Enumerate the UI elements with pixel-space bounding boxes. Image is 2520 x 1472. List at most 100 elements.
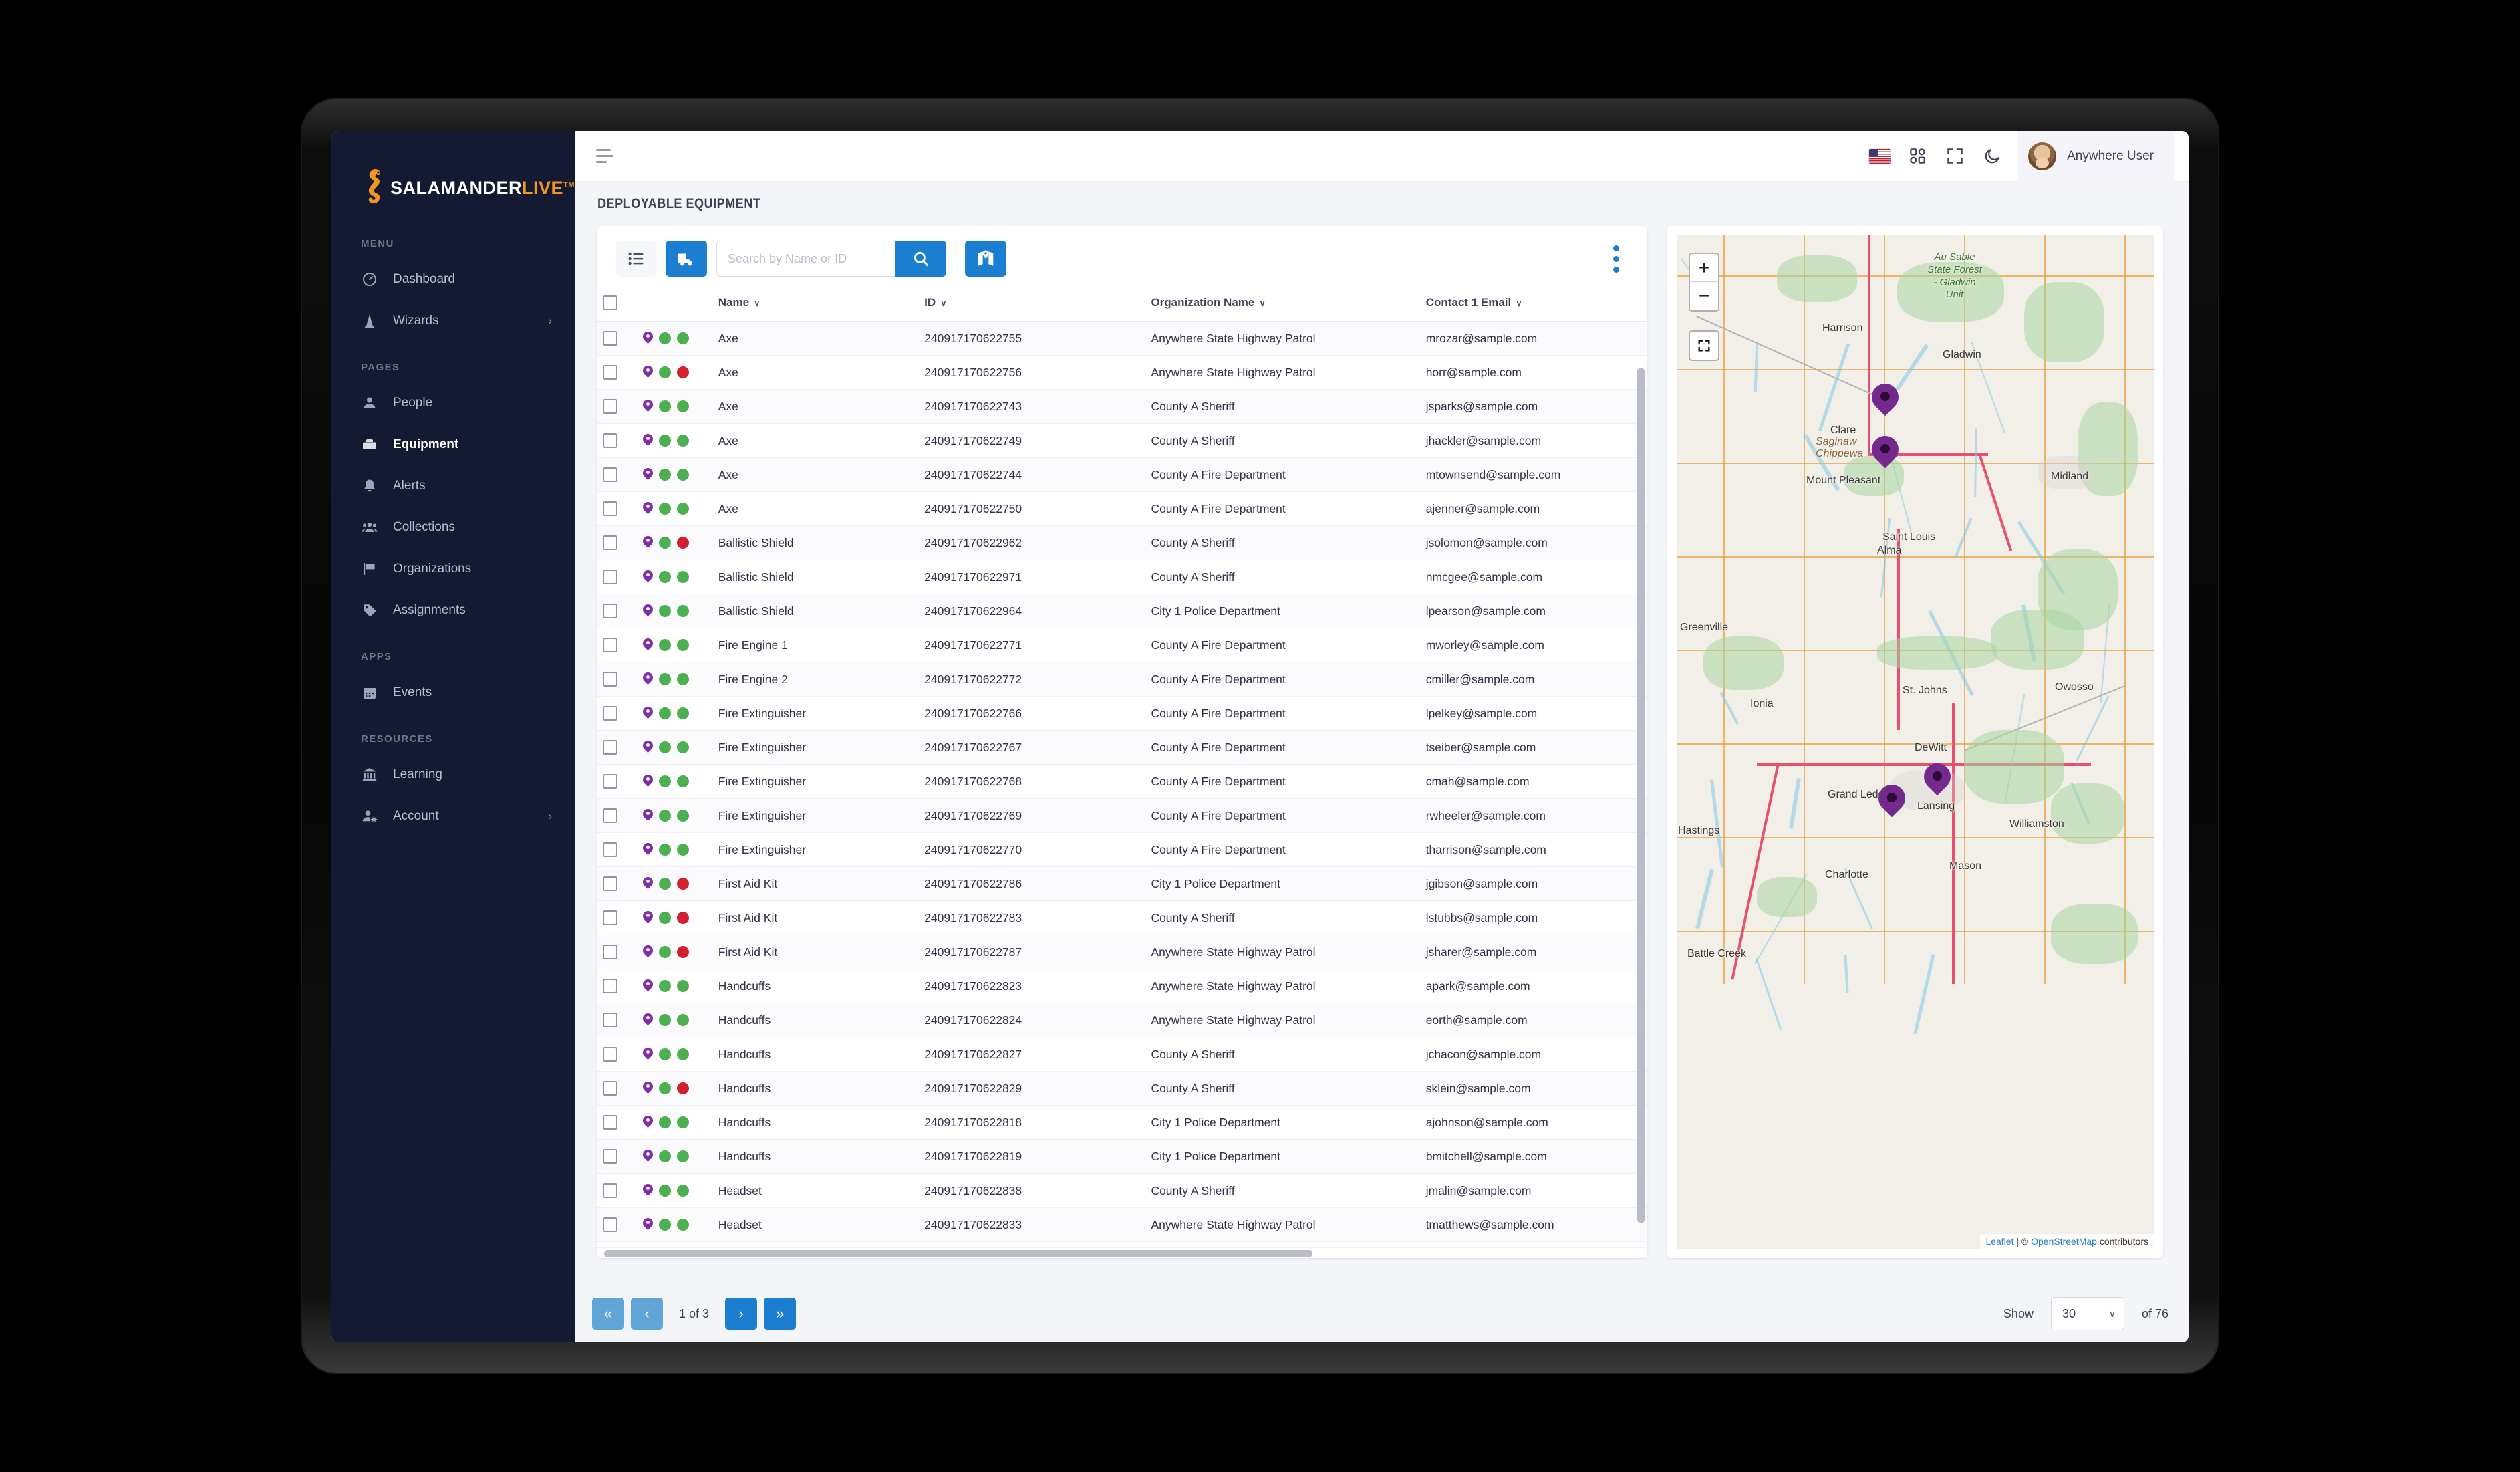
table-row[interactable]: Fire Engine 1 240917170622771 County A Fir… bbox=[597, 628, 1647, 662]
col-header-email[interactable]: Contact 1 Email ∨ bbox=[1420, 289, 1647, 322]
location-pin-icon[interactable] bbox=[643, 1116, 653, 1130]
user-menu[interactable]: Anywhere User bbox=[2017, 131, 2174, 182]
table-row[interactable]: Ballistic Shield 240917170622964 City 1 Po… bbox=[597, 594, 1647, 628]
table-row[interactable]: Axe 240917170622749 County A Sheriff jhackl… bbox=[597, 423, 1647, 458]
table-row[interactable]: Handcuffs 240917170622829 County A Sheriff… bbox=[597, 1071, 1647, 1106]
location-pin-icon[interactable] bbox=[643, 468, 653, 482]
location-pin-icon[interactable] bbox=[643, 741, 653, 755]
table-row[interactable]: Axe 240917170622755 Anywhere State Highway… bbox=[597, 321, 1647, 356]
row-checkbox[interactable] bbox=[603, 876, 617, 891]
row-checkbox[interactable] bbox=[603, 1217, 617, 1232]
vehicle-icon[interactable] bbox=[666, 241, 707, 277]
table-row[interactable]: Fire Extinguisher 240917170622766 County A… bbox=[597, 696, 1647, 731]
row-checkbox[interactable] bbox=[603, 910, 617, 925]
location-pin-icon[interactable] bbox=[643, 1013, 653, 1027]
sidebar-item-organizations[interactable]: Organizations bbox=[331, 548, 575, 590]
table-row[interactable]: Headset 240917170622833 Anywhere State Hig… bbox=[597, 1207, 1647, 1242]
location-pin-icon[interactable] bbox=[643, 366, 653, 380]
table-row[interactable]: Axe 240917170622756 Anywhere State Highway… bbox=[597, 355, 1647, 390]
row-checkbox[interactable] bbox=[603, 399, 617, 414]
leaflet-link[interactable]: Leaflet bbox=[1985, 1236, 2013, 1247]
row-checkbox[interactable] bbox=[603, 740, 617, 755]
row-checkbox[interactable] bbox=[603, 945, 617, 959]
table-row[interactable]: Axe 240917170622750 County A Fire Departme… bbox=[597, 491, 1647, 526]
map-marker-pin[interactable] bbox=[1872, 384, 1899, 421]
qr-code-icon[interactable] bbox=[1899, 138, 1936, 175]
row-checkbox[interactable] bbox=[603, 638, 617, 652]
table-row[interactable]: Headset 240917170622838 County A Sheriff jm… bbox=[597, 1173, 1647, 1208]
location-pin-icon[interactable] bbox=[643, 1048, 653, 1062]
table-row[interactable]: Ballistic Shield 240917170622962 County A … bbox=[597, 525, 1647, 560]
zoom-in-button[interactable]: + bbox=[1690, 254, 1718, 282]
location-pin-icon[interactable] bbox=[643, 809, 653, 823]
row-checkbox[interactable] bbox=[603, 604, 617, 618]
row-checkbox[interactable] bbox=[603, 1115, 617, 1130]
map-marker-pin[interactable] bbox=[1924, 763, 1951, 801]
location-pin-icon[interactable] bbox=[643, 570, 653, 584]
location-pin-icon[interactable] bbox=[643, 979, 653, 993]
col-header-id[interactable]: ID ∨ bbox=[919, 289, 1146, 322]
location-pin-icon[interactable] bbox=[643, 536, 653, 550]
row-checkbox[interactable] bbox=[603, 433, 617, 448]
first-page-button[interactable]: « bbox=[592, 1298, 624, 1330]
map-marker-pin[interactable] bbox=[1872, 436, 1899, 473]
row-checkbox[interactable] bbox=[603, 570, 617, 584]
table-row[interactable]: Fire Extinguisher 240917170622769 County A… bbox=[597, 798, 1647, 833]
brand-logo[interactable]: SALAMANDERLIVETM bbox=[331, 154, 575, 218]
location-pin-icon[interactable] bbox=[643, 877, 653, 891]
table-horizontal-scrollbar[interactable] bbox=[597, 1247, 1647, 1258]
list-view-icon[interactable] bbox=[616, 241, 656, 277]
next-page-button[interactable]: › bbox=[725, 1298, 758, 1330]
location-pin-icon[interactable] bbox=[643, 911, 653, 925]
row-checkbox[interactable] bbox=[603, 1047, 617, 1062]
location-pin-icon[interactable] bbox=[643, 604, 653, 618]
location-pin-icon[interactable] bbox=[643, 638, 653, 652]
table-row[interactable]: Axe 240917170622744 County A Fire Departme… bbox=[597, 457, 1647, 492]
sidebar-item-wizards[interactable]: Wizards › bbox=[331, 300, 575, 342]
row-checkbox[interactable] bbox=[603, 365, 617, 380]
row-checkbox[interactable] bbox=[603, 331, 617, 346]
col-header-name[interactable]: Name ∨ bbox=[712, 289, 920, 322]
location-pin-icon[interactable] bbox=[643, 1150, 653, 1164]
row-checkbox[interactable] bbox=[603, 467, 617, 482]
sidebar-item-events[interactable]: Events bbox=[331, 672, 575, 713]
location-pin-icon[interactable] bbox=[643, 775, 653, 789]
location-pin-icon[interactable] bbox=[643, 843, 653, 857]
zoom-out-button[interactable]: − bbox=[1690, 282, 1718, 310]
map-fullscreen-icon[interactable] bbox=[1689, 330, 1719, 361]
moon-icon[interactable] bbox=[1973, 138, 2011, 175]
osm-link[interactable]: OpenStreetMap bbox=[2031, 1236, 2097, 1247]
location-pin-icon[interactable] bbox=[643, 1082, 653, 1096]
table-row[interactable]: Handcuffs 240917170622818 City 1 Police De… bbox=[597, 1105, 1647, 1140]
row-checkbox[interactable] bbox=[603, 842, 617, 857]
row-checkbox[interactable] bbox=[603, 706, 617, 721]
location-pin-icon[interactable] bbox=[643, 332, 653, 346]
last-page-button[interactable]: » bbox=[764, 1298, 797, 1330]
sidebar-item-account[interactable]: Account › bbox=[331, 795, 575, 837]
prev-page-button[interactable]: ‹ bbox=[631, 1298, 663, 1330]
us-flag-icon[interactable] bbox=[1861, 138, 1899, 175]
row-checkbox[interactable] bbox=[603, 808, 617, 823]
hamburger-icon[interactable] bbox=[596, 143, 623, 170]
sidebar-item-alerts[interactable]: Alerts bbox=[331, 465, 575, 507]
map-pin-icon[interactable] bbox=[965, 241, 1006, 277]
table-row[interactable]: First Aid Kit 240917170622783 County A She… bbox=[597, 900, 1647, 935]
table-row[interactable]: Fire Engine 2 240917170622772 County A Fir… bbox=[597, 662, 1647, 697]
sidebar-item-assignments[interactable]: Assignments bbox=[331, 590, 575, 631]
table-row[interactable]: Handcuffs 240917170622824 Anywhere State H… bbox=[597, 1003, 1647, 1037]
location-pin-icon[interactable] bbox=[643, 434, 653, 448]
table-row[interactable]: Axe 240917170622743 County A Sheriff jspark… bbox=[597, 389, 1647, 424]
search-icon[interactable] bbox=[895, 241, 946, 277]
row-checkbox[interactable] bbox=[603, 501, 617, 516]
location-pin-icon[interactable] bbox=[643, 672, 653, 687]
table-vertical-scrollbar[interactable] bbox=[1637, 368, 1645, 1223]
sidebar-item-collections[interactable]: Collections bbox=[331, 507, 575, 548]
page-size-select[interactable]: 30 ∨ bbox=[2050, 1297, 2124, 1330]
location-pin-icon[interactable] bbox=[643, 1184, 653, 1198]
location-pin-icon[interactable] bbox=[643, 707, 653, 721]
sidebar-item-people[interactable]: People bbox=[331, 382, 575, 424]
row-checkbox[interactable] bbox=[603, 1149, 617, 1164]
search-input[interactable] bbox=[716, 241, 895, 277]
table-row[interactable]: First Aid Kit 240917170622787 Anywhere Sta… bbox=[597, 935, 1647, 969]
more-vertical-icon[interactable] bbox=[1600, 241, 1631, 277]
